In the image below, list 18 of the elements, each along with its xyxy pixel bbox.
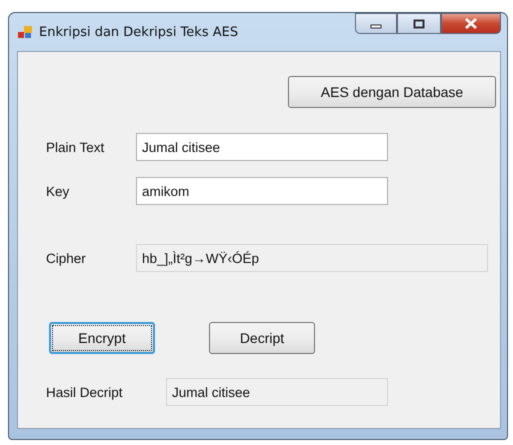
field-label: Plain Text	[45, 140, 106, 154]
field-label: Key	[45, 184, 70, 198]
close-icon	[464, 18, 478, 29]
maximize-icon	[413, 18, 425, 28]
window-title: Enkripsi dan Dekripsi Teks AES	[39, 24, 238, 40]
field-label: Cipher	[45, 250, 87, 266]
action-button[interactable]: Encrypt	[49, 322, 155, 354]
close-button[interactable]	[441, 13, 501, 34]
text-field[interactable]: Jumal citisee	[166, 378, 388, 406]
text-field[interactable]: hb_]„Ìt²g→WŸ‹ÓÉp	[136, 244, 488, 272]
field-label: Hasil Decript	[45, 384, 124, 400]
database-button[interactable]: AES dengan Database	[288, 76, 496, 108]
text-field[interactable]: Jumal citisee	[136, 133, 388, 161]
text-field[interactable]: amikom	[136, 177, 388, 205]
action-button[interactable]: Decript	[209, 322, 315, 354]
maximize-button[interactable]	[397, 13, 441, 34]
app-icon	[17, 24, 33, 40]
minimize-button[interactable]	[355, 13, 397, 34]
